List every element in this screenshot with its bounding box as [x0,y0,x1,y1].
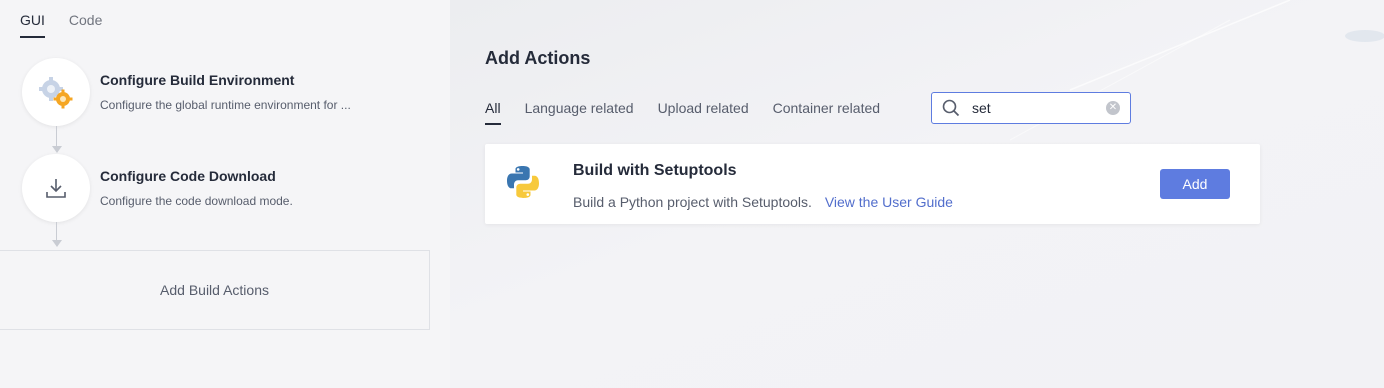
tab-gui[interactable]: GUI [20,12,45,38]
search-input[interactable] [970,99,1090,117]
python-icon [507,166,539,198]
step-connector [56,222,57,240]
step-description: Configure the code download mode. [100,194,293,208]
tab-code[interactable]: Code [69,12,102,38]
clear-icon[interactable]: ✕ [1106,101,1120,115]
pipeline-panel: GUI Code Configure Build Environment Con… [0,0,450,388]
step-icon-circle [22,154,90,222]
arrow-down-icon [52,146,62,153]
step-configure-build-environment[interactable]: Configure Build Environment Configure th… [22,58,356,126]
gears-icon [39,77,73,109]
step-icon-circle [22,58,90,126]
tab-language-related[interactable]: Language related [525,100,634,125]
tab-upload-related[interactable]: Upload related [658,100,749,125]
search-box[interactable]: ✕ [931,92,1131,124]
tab-all[interactable]: All [485,100,501,125]
step-title: Configure Code Download [100,168,276,184]
tab-container-related[interactable]: Container related [773,100,880,125]
add-actions-panel: Add Actions All Language related Upload … [450,0,1384,388]
step-description: Configure the global runtime environment… [100,98,351,112]
filter-tabs: All Language related Upload related Cont… [485,100,880,125]
arrow-down-icon [52,240,62,247]
download-icon [46,179,66,198]
action-description-row: Build a Python project with Setuptools. … [573,194,953,210]
step-configure-code-download[interactable]: Configure Code Download Configure the co… [22,154,356,222]
add-button[interactable]: Add [1160,169,1230,199]
user-guide-link[interactable]: View the User Guide [825,194,953,210]
step-connector [56,126,57,146]
mode-tabs: GUI Code [20,12,102,38]
panel-title: Add Actions [485,48,591,68]
action-description: Build a Python project with Setuptools. [573,194,812,210]
search-icon [942,99,960,117]
step-title: Configure Build Environment [100,72,295,88]
action-title: Build with Setuptools [573,162,737,179]
action-card: Build with Setuptools Build a Python pro… [485,144,1260,224]
add-build-actions-button[interactable]: Add Build Actions [0,250,430,330]
